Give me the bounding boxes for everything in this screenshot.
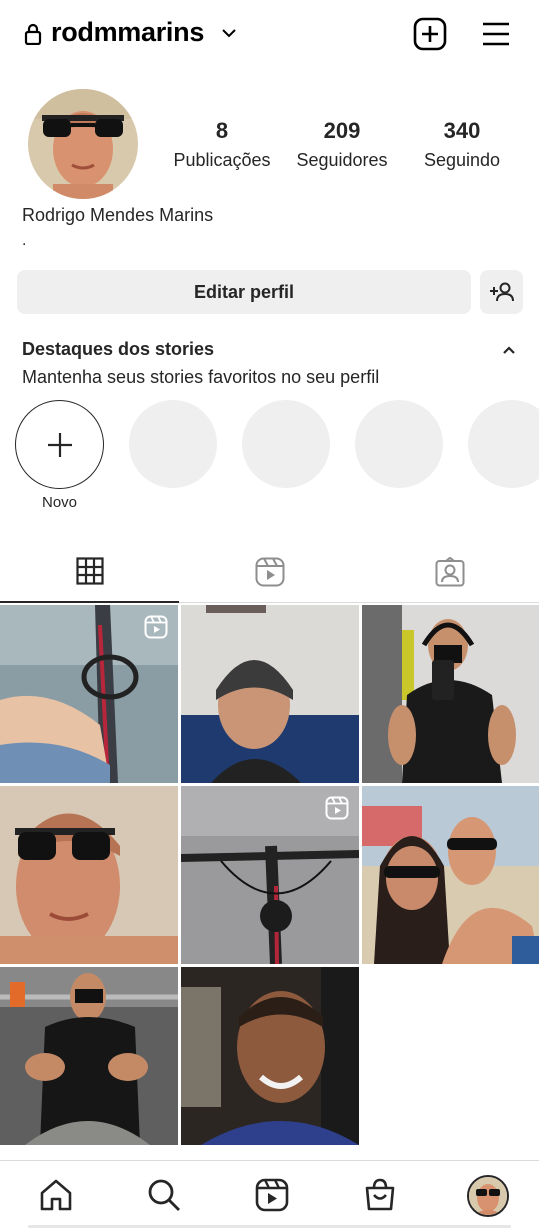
post-thumbnail[interactable] [0,967,178,1145]
followers-count-value: 209 [323,118,361,143]
post-thumbnail[interactable] [0,605,178,783]
nav-profile-avatar[interactable] [467,1175,509,1217]
search-icon [148,1179,180,1211]
highlights-subtitle: Mantenha seus stories favoritos no seu p… [22,367,380,387]
new-post-icon[interactable] [413,17,447,51]
post-thumbnail[interactable] [181,967,359,1145]
highlight-placeholder [129,400,217,488]
reels-badge-icon [325,796,349,820]
reels-icon [255,557,284,586]
highlight-placeholder [468,400,539,488]
plus-icon [47,432,72,457]
tab-tagged[interactable] [360,540,539,603]
profile-avatar[interactable] [28,89,138,199]
profile-bio: . [22,232,27,249]
grid-icon [75,556,104,585]
nav-home[interactable] [36,1175,76,1215]
new-highlight-label: Novo [41,494,78,511]
lock-icon [24,23,42,45]
menu-icon[interactable] [481,19,511,49]
post-thumbnail[interactable] [0,786,178,964]
followers-count[interactable]: 209 Seguidores [282,118,402,171]
post-thumbnail[interactable] [181,786,359,964]
tab-reels[interactable] [180,540,359,603]
bottom-navigation [0,1160,539,1230]
highlight-placeholder [355,400,443,488]
add-user-icon [489,282,514,302]
posts-count-label: Publicações [173,150,271,170]
chevron-up-icon[interactable] [502,344,516,356]
new-highlight-button[interactable] [15,400,104,489]
post-thumbnail[interactable] [181,605,359,783]
highlights-title: Destaques dos stories [22,339,215,359]
tab-grid[interactable] [0,540,179,603]
profile-username[interactable]: rodmmarins [51,17,204,48]
top-bar: rodmmarins [0,0,539,70]
chevron-down-icon[interactable] [221,26,237,40]
edit-profile-button[interactable]: Editar perfil [17,270,471,314]
following-count-value: 340 [443,118,481,143]
nav-shop[interactable] [360,1175,400,1215]
nav-reels[interactable] [252,1175,292,1215]
highlight-placeholder [242,400,330,488]
shop-icon [365,1178,395,1211]
following-count[interactable]: 340 Seguindo [402,118,522,171]
post-thumbnail[interactable] [362,786,539,964]
followers-count-label: Seguidores [296,150,388,170]
posts-count-value: 8 [215,118,229,143]
profile-full-name: Rodrigo Mendes Marins [22,205,214,225]
posts-count[interactable]: 8 Publicações [162,118,282,171]
discover-people-button[interactable] [480,270,523,314]
reels-badge-icon [144,615,168,639]
profile-tabs [0,540,539,603]
nav-search[interactable] [144,1175,184,1215]
home-icon [40,1179,72,1211]
tagged-icon [435,556,464,586]
post-thumbnail[interactable] [362,605,539,783]
reels-icon [255,1178,289,1212]
following-count-label: Seguindo [423,150,501,170]
home-indicator [28,1225,511,1228]
